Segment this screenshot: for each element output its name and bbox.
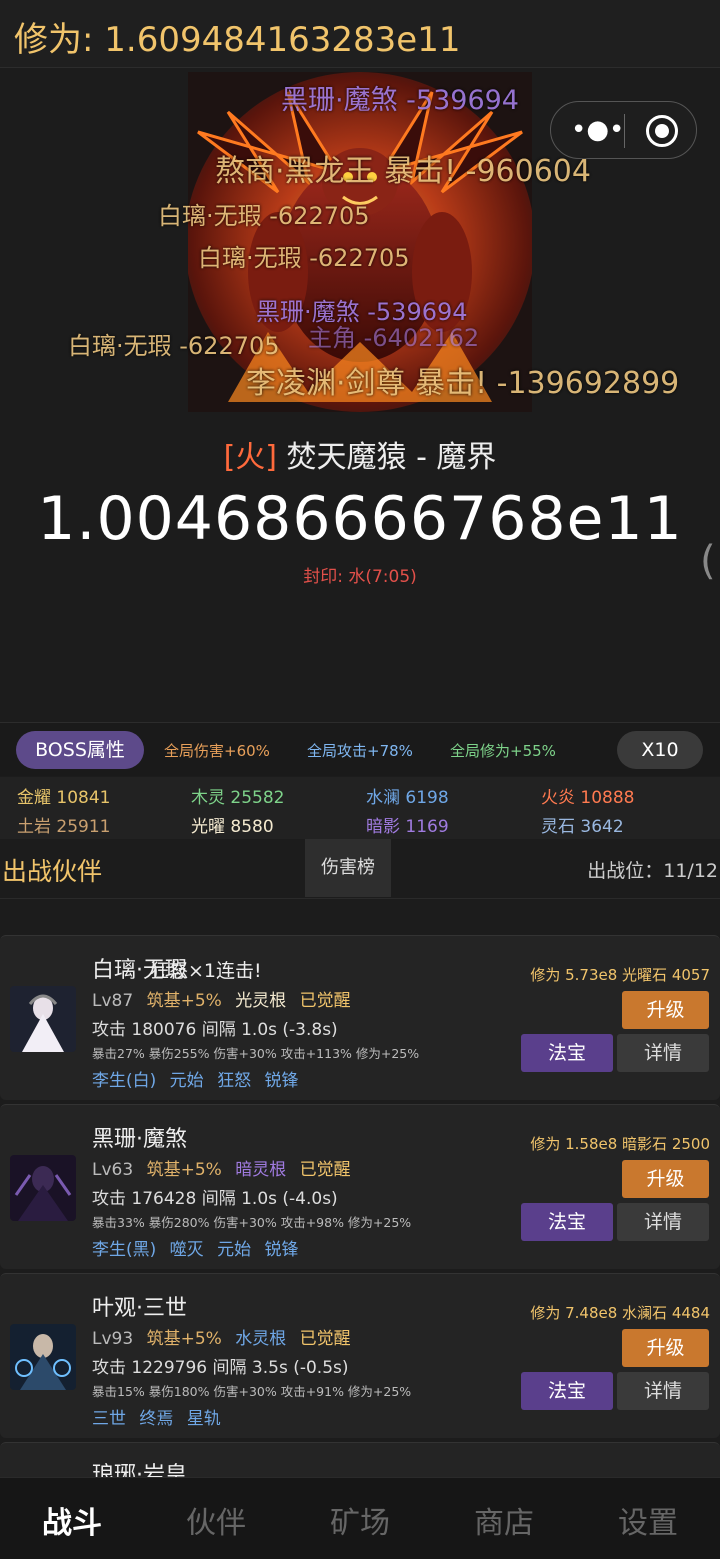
- more-dots-icon[interactable]: •●•: [571, 116, 624, 144]
- global-attack-buff: 全局攻击+78%: [307, 742, 413, 760]
- partner-realm: 筑基+5%: [146, 991, 222, 1011]
- skill-tag: 噬灭: [169, 1240, 204, 1260]
- partner-avatar: [10, 1155, 76, 1221]
- resource-fire: 火炎 10888: [541, 788, 635, 808]
- partner-resources: 修为 5.73e8 光曜石 4057: [530, 966, 710, 984]
- partner-realm: 筑基+5%: [146, 1160, 222, 1180]
- edge-bracket-icon: (: [700, 538, 716, 584]
- resource-spirit-stone: 灵石 3642: [541, 817, 624, 837]
- partner-root: 水灵根: [235, 1329, 287, 1349]
- partner-name: 黑珊·魔煞: [92, 1127, 187, 1152]
- skill-tag: 元始: [169, 1071, 204, 1091]
- damage-popup: 白璃·无瑕 -622705: [68, 332, 280, 360]
- skill-tag: 李生(黑): [92, 1240, 157, 1260]
- resource-shadow: 暗影 1169: [366, 817, 449, 837]
- resource-gold: 金耀 10841: [17, 788, 111, 808]
- tab-settings[interactable]: 设置: [588, 1498, 708, 1542]
- details-button[interactable]: 详情: [617, 1034, 709, 1072]
- skill-tag: 锐锋: [264, 1240, 299, 1260]
- upgrade-button[interactable]: 升级: [622, 991, 709, 1029]
- resource-panel: 金耀 10841 木灵 25582 水澜 6198 火炎 10888 土岩 25…: [0, 777, 720, 839]
- partner-avatar: [10, 1324, 76, 1390]
- upgrade-button[interactable]: 升级: [622, 1160, 709, 1198]
- partner-root: 光灵根: [235, 991, 287, 1011]
- partner-card: 白璃·无瑕 狂怒×1连击! Lv87 筑基+5% 光灵根 已觉醒 攻击 1800…: [0, 935, 720, 1100]
- skill-tag: 星轨: [186, 1409, 221, 1429]
- partner-skills: 李生(黑) 噬灭 元始 锐锋: [92, 1235, 306, 1260]
- partner-awake: 已觉醒: [299, 1160, 351, 1180]
- partner-tags: Lv93 筑基+5% 水灵根 已觉醒: [92, 1324, 359, 1349]
- partner-card: 叶观·三世 Lv93 筑基+5% 水灵根 已觉醒 攻击 1229796 间隔 3…: [0, 1273, 720, 1438]
- partner-resources: 修为 1.58e8 暗影石 2500: [530, 1135, 710, 1153]
- team-slots: 出战位：11/12: [587, 860, 718, 882]
- partner-level: Lv93: [92, 1329, 134, 1349]
- partner-level: Lv63: [92, 1160, 134, 1180]
- treasure-button[interactable]: 法宝: [521, 1203, 613, 1241]
- resource-earth: 土岩 25911: [17, 817, 111, 837]
- skill-tag: 元始: [217, 1240, 252, 1260]
- details-button[interactable]: 详情: [617, 1372, 709, 1410]
- combo-popup: 狂怒×1连击!: [150, 960, 262, 982]
- multiplier-button[interactable]: X10: [617, 731, 703, 769]
- partner-attack: 攻击 1229796 间隔 3.5s (-0.5s): [92, 1358, 349, 1378]
- damage-popup: 主角 -6402162: [308, 324, 480, 352]
- resource-water: 水澜 6198: [366, 788, 449, 808]
- top-bar: 修为: 1.609484163283e11: [0, 0, 720, 68]
- damage-rank-button[interactable]: 伤害榜: [305, 839, 391, 897]
- tab-partners[interactable]: 伙伴: [156, 1498, 276, 1542]
- boss-attributes-button[interactable]: BOSS属性: [16, 731, 144, 769]
- partner-attack: 攻击 180076 间隔 1.0s (-3.8s): [92, 1020, 338, 1040]
- partner-root: 暗灵根: [235, 1160, 287, 1180]
- partner-stats: 暴击27% 暴伤255% 伤害+30% 攻击+113% 修为+25%: [92, 1046, 420, 1061]
- resource-wood: 木灵 25582: [191, 788, 285, 808]
- buff-bar: BOSS属性 全局伤害+60% 全局攻击+78% 全局修为+55% X10: [0, 722, 720, 776]
- partner-skills: 三世 终焉 星轨: [92, 1404, 229, 1429]
- damage-popup: 熬商·黑龙王 暴击! -960604: [215, 154, 591, 189]
- tab-mine[interactable]: 矿场: [300, 1498, 420, 1542]
- partner-awake: 已觉醒: [299, 1329, 351, 1349]
- upgrade-button[interactable]: 升级: [622, 1329, 709, 1367]
- details-button[interactable]: 详情: [617, 1203, 709, 1241]
- boss-name: 焚天魔猿 - 魔界: [286, 440, 497, 475]
- team-header: 出战伙伴 伤害榜 出战位：11/12: [0, 839, 720, 899]
- resource-light: 光曜 8580: [191, 817, 274, 837]
- partner-tags: Lv63 筑基+5% 暗灵根 已觉醒: [92, 1155, 359, 1180]
- cultivation-total: 修为: 1.609484163283e11: [14, 20, 461, 60]
- global-cultivation-buff: 全局修为+55%: [450, 742, 556, 760]
- damage-popup: 白璃·无瑕 -622705: [198, 244, 410, 272]
- partner-tags: Lv87 筑基+5% 光灵根 已觉醒: [92, 986, 359, 1011]
- global-damage-buff: 全局伤害+60%: [164, 742, 270, 760]
- treasure-button[interactable]: 法宝: [521, 1372, 613, 1410]
- boss-element-tag: [火]: [223, 440, 277, 475]
- partner-attack: 攻击 176428 间隔 1.0s (-4.0s): [92, 1189, 338, 1209]
- boss-hp: 1.004686666768e11: [37, 484, 683, 554]
- partner-skills: 李生(白) 元始 狂怒 锐锋: [92, 1066, 306, 1091]
- damage-popup: 黑珊·魔煞 -539694: [281, 85, 519, 116]
- damage-popup: 李凌渊·剑尊 暴击! -139692899: [246, 366, 680, 401]
- tab-battle[interactable]: 战斗: [12, 1498, 132, 1542]
- partner-stats: 暴击15% 暴伤180% 伤害+30% 攻击+91% 修为+25%: [92, 1384, 412, 1399]
- skill-tag: 狂怒: [217, 1071, 252, 1091]
- boss-title: [火] 焚天魔猿 - 魔界: [0, 432, 720, 476]
- target-circle-icon[interactable]: [646, 115, 678, 147]
- partner-avatar: [10, 986, 76, 1052]
- partner-name: 叶观·三世: [92, 1296, 187, 1321]
- bottom-tab-bar: 战斗 伙伴 矿场 商店 设置: [0, 1477, 720, 1559]
- damage-popup: 白璃·无瑕 -622705: [158, 202, 370, 230]
- skill-tag: 终焉: [139, 1409, 174, 1429]
- partner-level: Lv87: [92, 991, 134, 1011]
- skill-tag: 三世: [92, 1409, 126, 1429]
- tab-shop[interactable]: 商店: [444, 1498, 564, 1542]
- team-title: 出战伙伴: [2, 857, 103, 886]
- boss-seal: 封印: 水(7:05): [303, 567, 417, 587]
- partner-resources: 修为 7.48e8 水澜石 4484: [530, 1304, 710, 1322]
- skill-tag: 锐锋: [264, 1071, 299, 1091]
- treasure-button[interactable]: 法宝: [521, 1034, 613, 1072]
- partner-realm: 筑基+5%: [146, 1329, 222, 1349]
- skill-tag: 李生(白): [92, 1071, 157, 1091]
- partner-stats: 暴击33% 暴伤280% 伤害+30% 攻击+98% 修为+25%: [92, 1215, 412, 1230]
- partner-card: 黑珊·魔煞 Lv63 筑基+5% 暗灵根 已觉醒 攻击 176428 间隔 1.…: [0, 1104, 720, 1269]
- capsule-divider: [624, 114, 625, 148]
- partner-awake: 已觉醒: [299, 991, 351, 1011]
